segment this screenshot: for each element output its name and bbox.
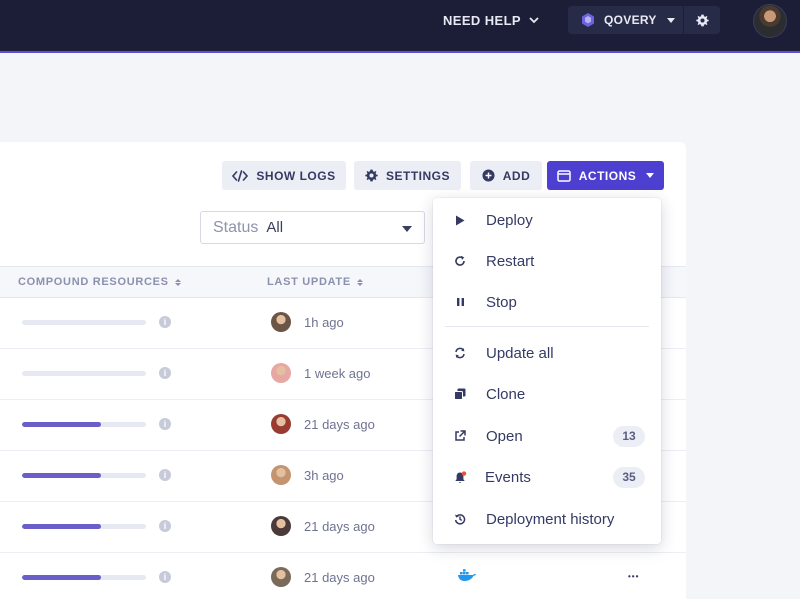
actions-label: ACTIONS xyxy=(578,168,637,183)
need-help-menu[interactable]: NEED HELP xyxy=(443,12,539,29)
last-update-time: 1 week ago xyxy=(304,366,371,381)
menu-item-label: Open xyxy=(486,427,523,445)
add-button[interactable]: ADD xyxy=(470,161,542,190)
column-label: LAST UPDATE xyxy=(267,276,351,288)
caret-down-icon xyxy=(666,17,675,23)
top-navbar: NEED HELP QOVERY xyxy=(0,0,800,53)
settings-label: SETTINGS xyxy=(385,168,450,183)
last-update-time: 1h ago xyxy=(304,315,344,330)
external-link-icon xyxy=(453,429,467,443)
resource-usage-bar xyxy=(22,575,146,580)
show-logs-label: SHOW LOGS xyxy=(256,168,336,183)
actions-dropdown-menu: Deploy Restart Stop Update all Clone Ope… xyxy=(433,198,661,544)
status-filter-label: Status xyxy=(213,218,259,236)
info-icon[interactable]: i xyxy=(159,469,171,481)
resource-usage-fill xyxy=(22,473,102,478)
open-count-badge: 13 xyxy=(613,425,645,447)
sort-icon xyxy=(356,278,363,286)
bell-icon xyxy=(453,470,467,484)
organization-switcher: QOVERY xyxy=(568,6,720,34)
window-icon xyxy=(557,169,571,182)
actions-button[interactable]: ACTIONS xyxy=(547,161,664,190)
menu-item-label: Deploy xyxy=(486,211,533,229)
menu-item-deploy[interactable]: Deploy xyxy=(433,202,661,238)
author-avatar xyxy=(271,567,291,587)
events-count-badge: 35 xyxy=(613,466,645,488)
more-options-button[interactable]: ••• xyxy=(628,572,639,581)
menu-item-label: Clone xyxy=(486,385,526,403)
caret-down-icon xyxy=(646,173,655,178)
menu-item-stop[interactable]: Stop xyxy=(433,284,661,320)
author-avatar xyxy=(271,363,291,383)
code-icon xyxy=(232,169,249,182)
author-avatar xyxy=(271,414,291,434)
caret-down-icon xyxy=(402,226,412,232)
menu-item-label: Deployment history xyxy=(486,510,615,528)
menu-item-events[interactable]: Events 35 xyxy=(433,459,661,495)
menu-item-label: Restart xyxy=(486,252,535,270)
menu-item-update-all[interactable]: Update all xyxy=(433,335,661,371)
last-update-time: 3h ago xyxy=(304,468,344,483)
status-filter-value: All xyxy=(266,219,284,236)
resource-usage-fill xyxy=(22,422,102,427)
settings-button[interactable]: SETTINGS xyxy=(354,161,461,190)
column-label: COMPOUND RESOURCES xyxy=(18,276,169,288)
table-row[interactable]: i 21 days ago ••• xyxy=(0,553,686,599)
organization-name: QOVERY xyxy=(604,13,657,27)
plus-circle-icon xyxy=(482,169,495,182)
info-icon[interactable]: i xyxy=(159,571,171,583)
menu-item-label: Update all xyxy=(486,344,554,362)
info-icon[interactable]: i xyxy=(159,520,171,532)
author-avatar xyxy=(271,516,291,536)
resource-usage-bar xyxy=(22,473,146,478)
organization-settings-button[interactable] xyxy=(684,6,720,34)
clone-icon xyxy=(453,387,467,401)
resource-usage-fill xyxy=(22,575,102,580)
need-help-label: NEED HELP xyxy=(443,13,522,28)
qovery-logo-icon xyxy=(582,13,594,27)
resource-usage-bar xyxy=(22,320,146,325)
info-icon[interactable]: i xyxy=(159,418,171,430)
show-logs-button[interactable]: SHOW LOGS xyxy=(222,161,346,190)
last-update-time: 21 days ago xyxy=(304,570,375,585)
menu-item-open[interactable]: Open 13 xyxy=(433,418,661,454)
play-icon xyxy=(453,213,467,227)
restart-icon xyxy=(453,254,467,268)
menu-item-deployment-history[interactable]: Deployment history xyxy=(433,501,661,537)
pause-icon xyxy=(453,295,467,309)
menu-item-label: Events xyxy=(485,468,531,486)
info-icon[interactable]: i xyxy=(159,316,171,328)
history-icon xyxy=(453,512,467,526)
docker-icon xyxy=(457,568,477,587)
add-label: ADD xyxy=(502,168,531,183)
status-filter-select[interactable]: Status All xyxy=(200,211,425,244)
author-avatar xyxy=(271,465,291,485)
menu-divider xyxy=(445,326,649,327)
user-avatar[interactable] xyxy=(753,4,787,38)
info-icon[interactable]: i xyxy=(159,367,171,379)
organization-selector[interactable]: QOVERY xyxy=(568,6,684,34)
menu-item-label: Stop xyxy=(486,293,517,311)
author-avatar xyxy=(271,312,291,332)
chevron-down-icon xyxy=(529,17,539,24)
resource-usage-bar xyxy=(22,422,146,427)
gear-icon xyxy=(695,14,709,26)
resource-usage-bar xyxy=(22,524,146,529)
last-update-time: 21 days ago xyxy=(304,519,375,534)
menu-item-restart[interactable]: Restart xyxy=(433,243,661,279)
column-last-update[interactable]: LAST UPDATE xyxy=(267,276,363,288)
resource-usage-bar xyxy=(22,371,146,376)
sort-icon xyxy=(174,278,181,286)
last-update-time: 21 days ago xyxy=(304,417,375,432)
menu-item-clone[interactable]: Clone xyxy=(433,376,661,412)
column-compound-resources[interactable]: COMPOUND RESOURCES xyxy=(18,276,181,288)
gear-icon xyxy=(365,169,378,182)
resource-usage-fill xyxy=(22,524,102,529)
sync-icon xyxy=(453,346,467,360)
